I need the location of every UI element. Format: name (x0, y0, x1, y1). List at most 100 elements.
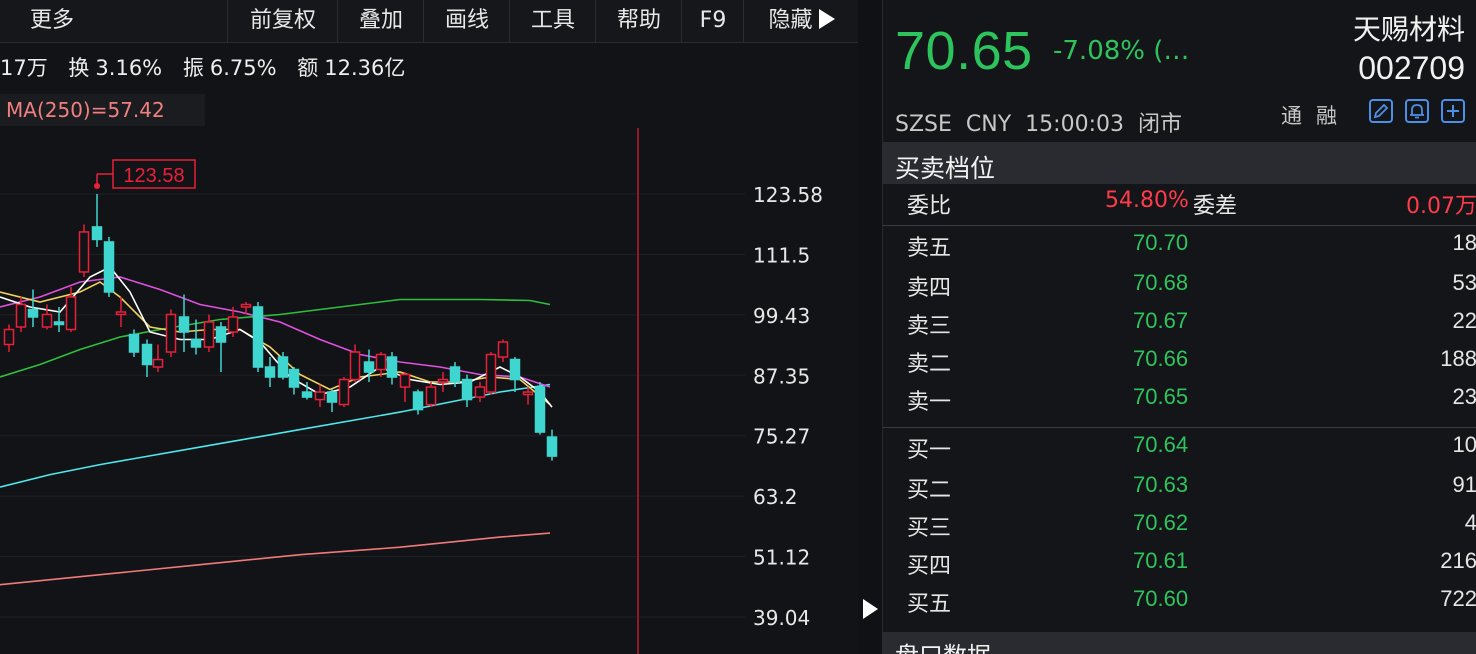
y-axis-labels: 123.58 111.5 99.43 87.35 75.27 63.2 51.12 39.04 (753, 183, 823, 630)
turnover-label: 换 (68, 56, 90, 80)
candlestick (215, 321, 227, 373)
chart-toolbar: 更多 前复权 叠加 画线 工具 帮助 F9 隐藏 (0, 0, 858, 43)
candlestick (152, 344, 164, 373)
kline-chart[interactable]: 123.58 111.5 99.43 87.35 75.27 63.2 51.12 39.04… (0, 128, 858, 654)
candlestick (497, 339, 509, 363)
tag-tong: 通 (1281, 104, 1302, 128)
last-price: 70.65 (895, 21, 1033, 81)
tools-button[interactable]: 工具 (509, 0, 596, 42)
f9-button[interactable]: F9 (681, 0, 744, 42)
ask-volume: 188 (1440, 346, 1476, 371)
ask-volume: 18 (1452, 230, 1476, 255)
y-tick-label: 111.5 (753, 243, 810, 267)
bid-volume: 722 (1440, 586, 1476, 611)
more-label: 更多 (29, 8, 74, 33)
ask-row[interactable]: 卖五 70.70 18 (883, 226, 1476, 264)
ask-label: 卖三 (907, 314, 952, 339)
candlestick (78, 224, 90, 277)
play-icon (818, 9, 835, 29)
adjust-forward-label: 前复权 (249, 8, 316, 33)
bid-row[interactable]: 买二 70.63 91 (883, 468, 1476, 506)
candlestick (534, 382, 546, 435)
ask-price: 70.70 (1133, 230, 1189, 255)
exchange-line: SZSE CNY 15:00:03 闭市 (895, 106, 1196, 138)
candlestick (425, 382, 437, 408)
candlestick (288, 367, 300, 395)
stats-bar: 17万 换 3.16% 振 6.75% 额 12.36亿 (0, 52, 405, 86)
bid-row[interactable]: 买三 70.62 4 (883, 506, 1476, 544)
bid-volume: 216 (1440, 548, 1476, 573)
bid-price: 70.60 (1133, 586, 1189, 611)
overlay-button[interactable]: 叠加 (337, 0, 424, 42)
candlestick (91, 194, 103, 247)
ask-volume: 22 (1452, 308, 1476, 333)
ask-price: 70.67 (1133, 308, 1189, 333)
candlestick (41, 304, 53, 330)
bid-row[interactable]: 买一 70.64 10 (883, 428, 1476, 466)
hide-label: 隐藏 (768, 8, 813, 33)
bid-volume: 10 (1452, 432, 1476, 457)
bid-label: 买四 (907, 554, 952, 579)
f9-label: F9 (699, 8, 727, 33)
candlestick (461, 374, 473, 408)
y-tick-label: 123.58 (753, 183, 823, 207)
ask-row[interactable]: 卖一 70.65 23 (883, 380, 1476, 418)
price-change: -7.08% (… (1053, 36, 1190, 66)
add-icon[interactable] (1441, 99, 1465, 123)
turnover-value: 3.16% (95, 56, 163, 80)
ask-row[interactable]: 卖三 70.67 22 (883, 304, 1476, 342)
amplitude-value: 6.75% (209, 56, 277, 80)
diff-label: 委差 (1193, 194, 1238, 219)
candlestick (399, 372, 411, 403)
bid-label: 买五 (907, 592, 952, 617)
amount-value: 12.36亿 (324, 56, 406, 80)
ask-label: 卖一 (907, 390, 952, 415)
ratio-label: 委比 (907, 194, 952, 219)
bid-row[interactable]: 买五 70.60 722 (883, 582, 1476, 620)
more-button[interactable]: 更多 (0, 0, 104, 42)
ratio-value: 54.80% (1105, 188, 1189, 213)
tag-rong: 融 (1316, 104, 1337, 128)
orderbook-title: 买卖档位 (895, 154, 996, 183)
ask-row[interactable]: 卖二 70.66 188 (883, 342, 1476, 380)
ask-label: 卖二 (907, 352, 952, 377)
edit-icon[interactable] (1369, 99, 1393, 123)
market-data-title: 盘口数据 (895, 636, 991, 654)
collapse-panel-button[interactable] (860, 596, 880, 622)
bid-row[interactable]: 买四 70.61 216 (883, 544, 1476, 582)
stock-tags: 通融 (1281, 100, 1351, 130)
volume-value: 17万 (0, 56, 48, 80)
currency: CNY (965, 112, 1012, 137)
ask-label: 卖五 (907, 236, 952, 261)
candlestick (509, 357, 521, 393)
bid-label: 买一 (907, 438, 952, 463)
market-data-header[interactable]: 盘口数据 (883, 632, 1476, 654)
ask-volume: 53 (1452, 270, 1476, 295)
bell-icon[interactable] (1405, 99, 1429, 123)
ask-label: 卖四 (907, 276, 952, 301)
bid-price: 70.64 (1133, 432, 1189, 457)
ma-line (0, 532, 551, 586)
bid-label: 买三 (907, 516, 952, 541)
y-tick-label: 51.12 (753, 546, 810, 570)
candlestick (264, 357, 276, 388)
ma-line (0, 298, 551, 378)
y-tick-label: 39.04 (753, 606, 810, 630)
candlestick (386, 352, 398, 385)
play-icon (863, 599, 878, 619)
candlestick (141, 339, 153, 378)
high-price-marker: 123.58 (94, 159, 196, 189)
ma-legend: MA(250)=57.42 (0, 94, 205, 126)
bid-price: 70.62 (1133, 510, 1189, 535)
ask-price: 70.65 (1133, 384, 1189, 409)
y-tick-label: 99.43 (753, 304, 810, 328)
bid-volume: 91 (1452, 472, 1476, 497)
help-button[interactable]: 帮助 (595, 0, 682, 42)
adjust-forward-button[interactable]: 前复权 (227, 0, 338, 42)
hide-button[interactable]: 隐藏 (743, 0, 858, 42)
orderbook-header: 买卖档位 (883, 142, 1476, 184)
market-status: 闭市 (1137, 112, 1182, 137)
ask-row[interactable]: 卖四 70.68 53 (883, 266, 1476, 304)
draw-button[interactable]: 画线 (423, 0, 510, 42)
draw-label: 画线 (444, 8, 489, 33)
